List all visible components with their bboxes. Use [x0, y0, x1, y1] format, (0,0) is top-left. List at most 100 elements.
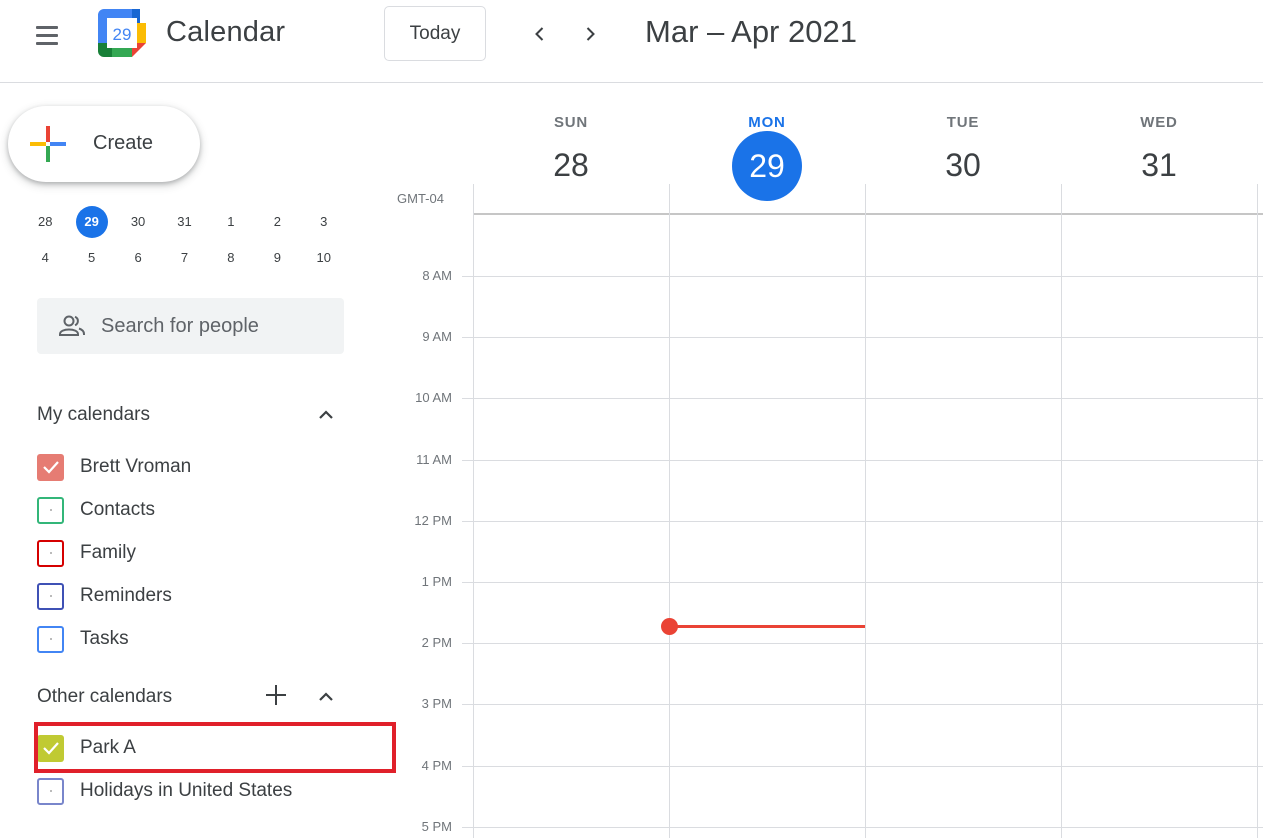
plus-icon[interactable]	[264, 683, 288, 707]
chevron-left-icon	[535, 27, 544, 41]
mini-calendar-week: 4 5 6 7 8 9 10	[22, 243, 347, 273]
calendar-checkbox[interactable]	[37, 496, 64, 524]
calendar-checkbox[interactable]	[37, 539, 64, 567]
calendar-item-contacts[interactable]: Contacts	[37, 495, 155, 525]
calendar-checkbox[interactable]	[37, 625, 64, 653]
next-period-button[interactable]	[572, 16, 608, 52]
mini-calendar-day-number: 7	[180, 250, 189, 265]
mini-calendar-day-number: 1	[227, 214, 235, 229]
create-button[interactable]: Create	[8, 106, 200, 182]
calendar-item-family[interactable]: Family	[37, 538, 136, 568]
day-number[interactable]: 30	[945, 147, 981, 184]
calendar-checkbox[interactable]	[37, 777, 64, 805]
mini-calendar-day-number: 5	[88, 250, 96, 265]
mini-calendar-day-number: 30	[130, 214, 146, 229]
mini-calendar-day[interactable]: 30	[115, 207, 161, 237]
day-number[interactable]: 31	[1141, 147, 1177, 184]
other-calendars-title[interactable]: Other calendars	[37, 686, 172, 708]
mini-calendar-day[interactable]: 28	[22, 207, 68, 237]
calendar-name: Contacts	[80, 499, 155, 520]
hour-label: 12 PM	[414, 513, 452, 528]
calendar-name: Brett Vroman	[80, 456, 192, 477]
day-number-wrap: 31	[1061, 131, 1257, 184]
mini-calendar-day-number: 9	[273, 250, 281, 265]
day-number-wrap: 28	[473, 131, 669, 184]
my-calendars-title[interactable]: My calendars	[37, 404, 150, 426]
mini-calendar-day[interactable]: 1	[208, 207, 254, 237]
checkbox-dot	[49, 552, 52, 554]
hour-line	[462, 766, 1263, 767]
search-people-input[interactable]: Search for people	[37, 298, 344, 354]
mini-calendar-day-number: 8	[227, 250, 235, 265]
calendar-logo-icon[interactable]: 29	[98, 9, 146, 57]
multicolor-plus-icon	[30, 126, 66, 162]
top-bar: 29 Calendar Today Mar – Apr 2021	[0, 0, 1263, 83]
mini-calendar-day[interactable]: 7	[161, 243, 207, 273]
hour-line	[462, 582, 1263, 583]
day-number-wrap: 29	[669, 131, 865, 201]
calendar-name: Holidays in United States	[80, 780, 293, 801]
mini-calendar-day-number: 6	[134, 250, 142, 265]
mini-calendar-day-number: 31	[177, 214, 192, 229]
mini-calendar-day-number: 29	[75, 206, 108, 238]
calendar-checkbox[interactable]	[37, 582, 64, 610]
chevron-up-icon[interactable]	[314, 685, 338, 709]
calendar-item-reminders[interactable]: Reminders	[37, 581, 172, 611]
checkbox-dot	[49, 595, 52, 597]
hour-label: 8 AM	[422, 268, 452, 283]
day-header-wed[interactable]: WED 31	[1061, 106, 1257, 184]
hour-line	[462, 337, 1263, 338]
day-of-week: MON	[748, 114, 786, 131]
mini-calendar-day[interactable]: 6	[115, 243, 161, 273]
day-number[interactable]: 29	[732, 131, 802, 201]
day-header-tue[interactable]: TUE 30	[865, 106, 1061, 184]
hour-label: 3 PM	[421, 696, 452, 711]
calendar-checkbox[interactable]	[37, 453, 64, 481]
hour-label: 10 AM	[415, 390, 452, 405]
chevron-up-icon[interactable]	[314, 403, 338, 427]
hour-line	[462, 827, 1263, 828]
day-header-mon[interactable]: MON 29	[669, 106, 865, 201]
checkbox-dot	[49, 790, 52, 792]
mini-calendar-day[interactable]: 4	[22, 243, 68, 273]
mini-calendar-day[interactable]: 29	[68, 206, 114, 238]
mini-calendar-day[interactable]: 8	[208, 243, 254, 273]
hour-line	[462, 643, 1263, 644]
header-divider	[473, 213, 1263, 215]
hamburger-icon-bar	[36, 42, 58, 45]
calendar-name: Reminders	[80, 585, 172, 606]
day-of-week: WED	[1140, 114, 1178, 131]
calendar-item-brett-vroman[interactable]: Brett Vroman	[37, 452, 191, 482]
mini-calendar-week: 28 29 30 31 1 2 3	[22, 206, 347, 238]
calendar-name: Tasks	[80, 628, 129, 649]
calendar-item-holidays-in-united-states[interactable]: Holidays in United States	[37, 776, 292, 806]
day-column-divider	[473, 184, 474, 838]
logo-day-number: 29	[113, 25, 132, 44]
calendar-item-tasks[interactable]: Tasks	[37, 624, 129, 654]
hour-line	[462, 276, 1263, 277]
hour-label: 11 AM	[416, 452, 452, 467]
mini-calendar-day[interactable]: 10	[301, 243, 347, 273]
mini-calendar-day[interactable]: 31	[161, 207, 207, 237]
mini-calendar-day[interactable]: 5	[68, 243, 114, 273]
day-header-sun[interactable]: SUN 28	[473, 106, 669, 184]
hour-line	[462, 398, 1263, 399]
day-column-divider	[865, 184, 866, 838]
highlight-box	[34, 722, 396, 773]
today-button[interactable]: Today	[384, 6, 486, 61]
hour-label: 9 AM	[422, 329, 452, 344]
hour-line	[462, 460, 1263, 461]
mini-calendar-day-number: 3	[320, 214, 328, 229]
mini-calendar-day-number: 28	[37, 214, 53, 229]
timezone-label: GMT-04	[397, 191, 444, 206]
mini-calendar-day-number: 2	[273, 214, 281, 229]
previous-period-button[interactable]	[522, 16, 558, 52]
mini-calendar-day[interactable]: 2	[254, 207, 300, 237]
main-menu-button[interactable]	[28, 17, 68, 57]
current-date-range: Mar – Apr 2021	[645, 14, 857, 49]
search-people-placeholder: Search for people	[101, 314, 259, 337]
mini-calendar-day[interactable]: 9	[254, 243, 300, 273]
day-number[interactable]: 28	[553, 147, 589, 184]
mini-calendar-day[interactable]: 3	[301, 207, 347, 237]
day-of-week: TUE	[946, 114, 980, 131]
